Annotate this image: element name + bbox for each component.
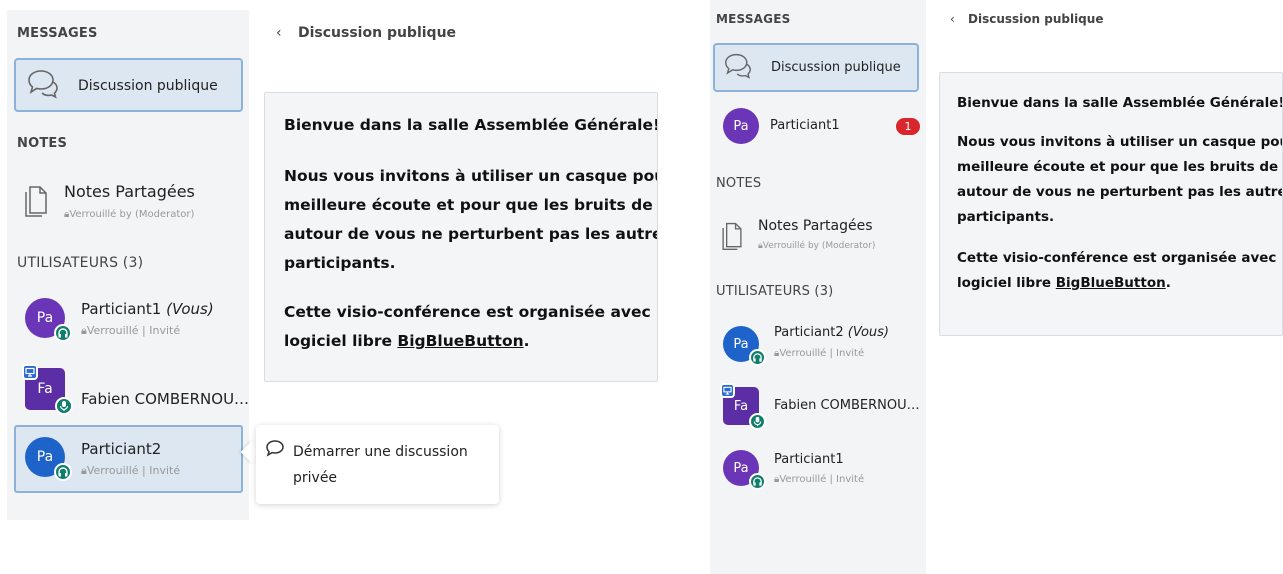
public-chat-button[interactable]: Discussion publique bbox=[713, 43, 919, 92]
welcome-message: Bienvue dans la salle Assemblée Générale… bbox=[939, 72, 1283, 336]
chat-header[interactable]: ‹ Discussion publique bbox=[276, 25, 456, 41]
chat-header[interactable]: ‹ Discussion publique bbox=[950, 12, 1103, 26]
public-chat-label: Discussion publique bbox=[78, 78, 218, 94]
shared-notes-item[interactable]: Notes Partagées 🔒︎Verrouillé by (Moderat… bbox=[716, 212, 916, 258]
user-status: 🔒︎Verrouillé | Invité bbox=[81, 464, 181, 477]
user-name: Fabien COMBERNOU… bbox=[774, 398, 920, 413]
bigbluebutton-link[interactable]: BigBlueButton bbox=[397, 332, 523, 350]
headphones-icon bbox=[749, 349, 766, 366]
chevron-left-icon[interactable]: ‹ bbox=[950, 12, 968, 26]
user-list-item[interactable]: Pa Particiant1 (Vous) 🔒︎Verrouillé | Inv… bbox=[17, 288, 245, 348]
chat-title: Discussion publique bbox=[298, 25, 457, 41]
user-status: 🔒︎Verrouillé | Invité bbox=[81, 324, 181, 337]
headphones-icon bbox=[54, 463, 72, 481]
headphones-icon bbox=[749, 473, 766, 490]
unread-badge: 1 bbox=[896, 118, 920, 135]
left-sidebar: MESSAGES Discussion publique NOTES Notes… bbox=[7, 10, 249, 520]
room-name: Assemblée Générale bbox=[474, 116, 653, 134]
avatar: Pa bbox=[723, 108, 759, 144]
bigbluebutton-link[interactable]: BigBlueButton bbox=[1056, 275, 1166, 291]
notes-header: NOTES bbox=[716, 176, 762, 191]
welcome-line: Bienvue dans la salle Assemblée Générale… bbox=[284, 116, 657, 134]
headphones-icon bbox=[54, 324, 72, 342]
user-list-item[interactable]: Pa Particiant1 🔒︎Verrouillé | Invité bbox=[716, 442, 921, 496]
presenter-icon bbox=[720, 383, 735, 398]
users-header: UTILISATEURS (3) bbox=[716, 284, 834, 299]
public-chat-label: Discussion publique bbox=[771, 60, 901, 75]
welcome-message: Bienvue dans la salle Assemblée Générale… bbox=[264, 92, 658, 382]
user-name: Particiant1 (Vous) bbox=[81, 300, 214, 318]
notes-icon bbox=[721, 220, 743, 256]
private-chat-name: Particiant1 bbox=[770, 118, 840, 133]
chat-bubble-icon bbox=[265, 439, 285, 461]
private-chat-item[interactable]: Pa Particiant1 1 bbox=[713, 102, 923, 152]
chat-bubbles-icon bbox=[26, 68, 60, 104]
notes-status-text: Verrouillé by (Moderator) bbox=[69, 209, 195, 220]
user-name: Fabien COMBERNOU… bbox=[81, 390, 250, 408]
user-status: 🔒︎Verrouillé | Invité bbox=[774, 474, 865, 485]
notes-icon bbox=[24, 183, 48, 223]
shared-notes-item[interactable]: Notes Partagées 🔒︎Verrouillé by (Moderat… bbox=[17, 176, 242, 226]
chevron-left-icon[interactable]: ‹ bbox=[276, 25, 298, 41]
user-list-item[interactable]: Fa Fabien COMBERNOU… bbox=[17, 360, 249, 420]
microphone-icon bbox=[55, 397, 73, 415]
notes-title: Notes Partagées bbox=[758, 218, 873, 234]
you-label: (Vous) bbox=[847, 325, 889, 340]
start-private-chat-label[interactable]: Démarrer une discussion privée bbox=[293, 439, 468, 491]
room-name: Assemblée Générale bbox=[1122, 95, 1279, 111]
private-chat-popup[interactable]: Démarrer une discussion privée bbox=[256, 425, 499, 504]
messages-header: MESSAGES bbox=[17, 26, 98, 41]
welcome-paragraph: Nous vous invitons à utiliser un casque … bbox=[284, 167, 658, 272]
you-label: (Vous) bbox=[166, 300, 214, 318]
welcome-paragraph: Cette visio-conférence est organisée ave… bbox=[957, 250, 1283, 291]
welcome-paragraph: Nous vous invitons à utiliser un casque … bbox=[957, 134, 1283, 225]
users-header: UTILISATEURS (3) bbox=[17, 255, 144, 271]
microphone-icon bbox=[749, 413, 766, 430]
user-list-item[interactable]: Fa Fabien COMBERNOU… bbox=[716, 380, 921, 434]
notes-header: NOTES bbox=[17, 136, 68, 151]
presenter-icon bbox=[22, 364, 38, 380]
user-name: Particiant2 bbox=[81, 440, 162, 458]
user-list-item-selected[interactable]: Pa Particiant2 🔒︎Verrouillé | Invité bbox=[14, 425, 243, 493]
user-name: Particiant2 (Vous) bbox=[774, 325, 889, 340]
welcome-line: Bienvue dans la salle Assemblée Générale… bbox=[957, 95, 1282, 111]
right-sidebar: MESSAGES Discussion publique Pa Particia… bbox=[710, 0, 926, 574]
notes-lock-status: 🔒︎Verrouillé by (Moderator) bbox=[758, 241, 876, 251]
chat-bubbles-icon bbox=[723, 52, 753, 84]
welcome-paragraph: Cette visio-conférence est organisée ave… bbox=[284, 303, 658, 350]
notes-lock-status: 🔒︎Verrouillé by (Moderator) bbox=[64, 209, 194, 220]
notes-title: Notes Partagées bbox=[64, 182, 195, 201]
messages-header: MESSAGES bbox=[716, 12, 791, 26]
public-chat-button[interactable]: Discussion publique bbox=[14, 58, 243, 112]
user-status: 🔒︎Verrouillé | Invité bbox=[774, 348, 865, 359]
user-name: Particiant1 bbox=[774, 452, 844, 467]
chat-title: Discussion publique bbox=[968, 12, 1104, 26]
user-list-item[interactable]: Pa Particiant2 (Vous) 🔒︎Verrouillé | Inv… bbox=[716, 316, 921, 370]
